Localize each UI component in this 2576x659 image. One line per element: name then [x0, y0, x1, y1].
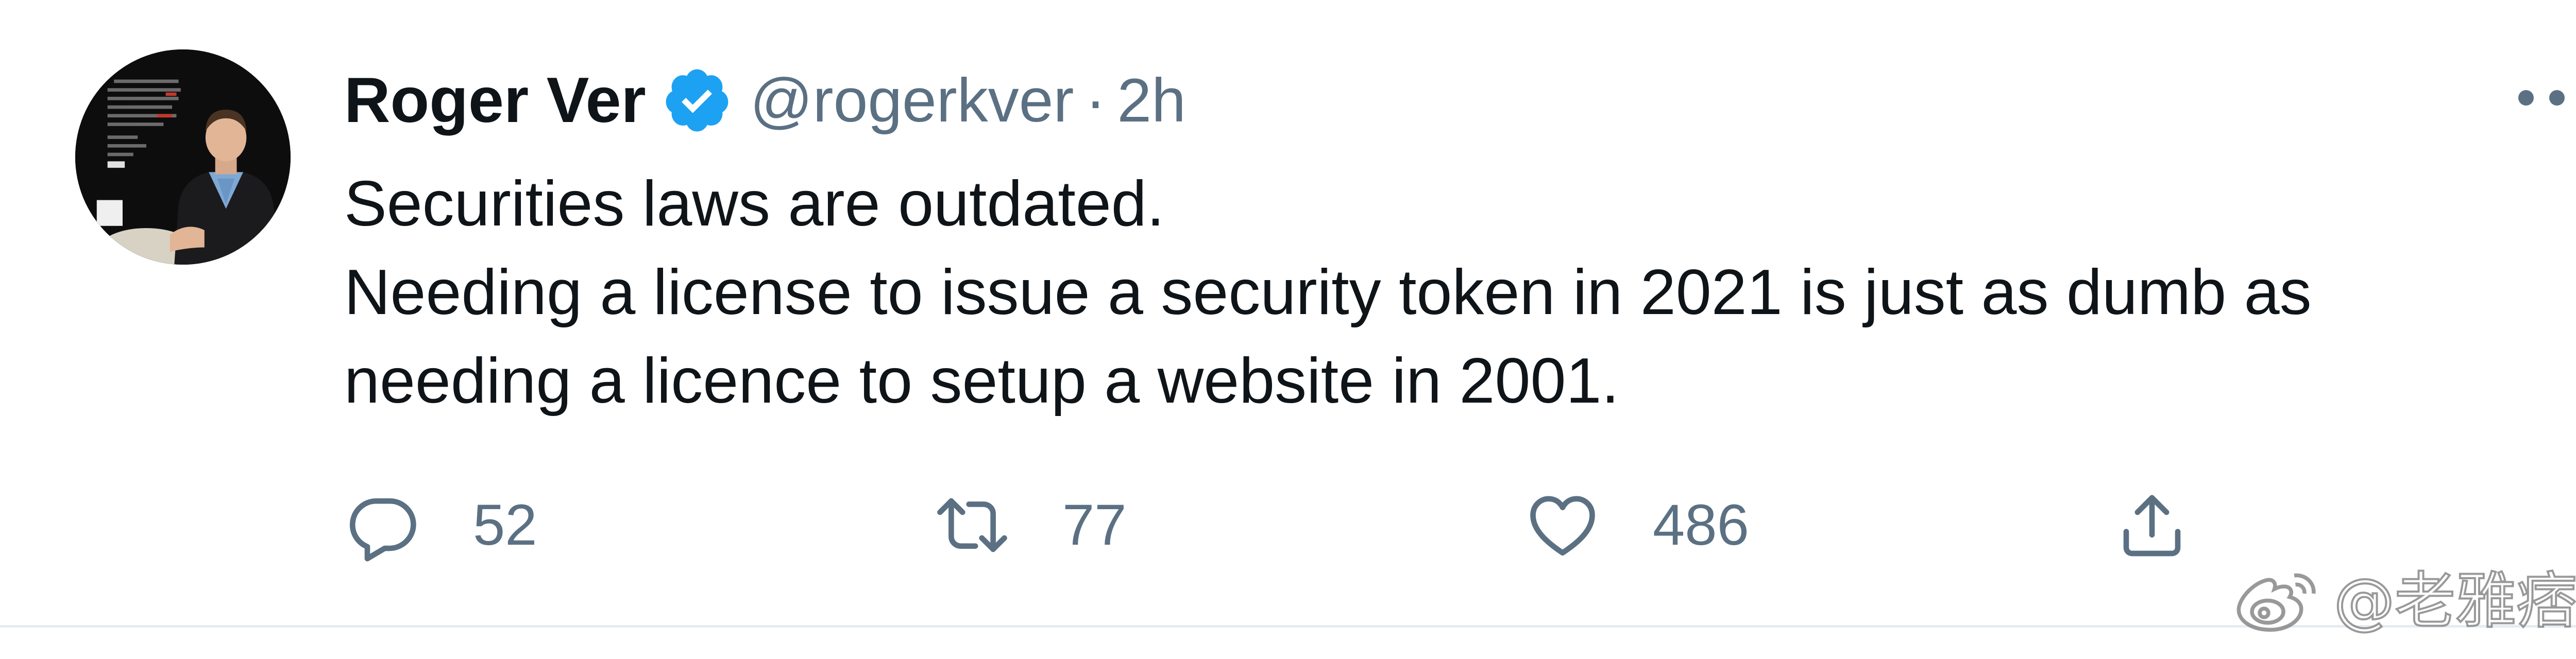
- tweet-line: Securities laws are outdated.: [344, 168, 1165, 239]
- author-handle[interactable]: @rogerkver: [750, 66, 1074, 135]
- retweet-button[interactable]: 77: [934, 484, 1127, 566]
- weibo-icon: [2236, 573, 2316, 632]
- share-icon: [2123, 495, 2181, 557]
- tweet-divider: [0, 625, 2576, 628]
- reply-icon: [349, 498, 416, 562]
- reply-count: 52: [473, 493, 537, 557]
- more-icon-dot: [2549, 90, 2565, 106]
- more-icon: [2518, 90, 2534, 106]
- retweet-icon: [937, 498, 1007, 552]
- tweet-actions: 52 77 486: [344, 484, 2560, 566]
- avatar[interactable]: [75, 49, 291, 265]
- like-button[interactable]: 486: [1524, 484, 1749, 566]
- reply-button[interactable]: 52: [344, 484, 537, 566]
- meta-separator: ·: [1085, 66, 1106, 135]
- author-meta: @rogerkver · 2h: [750, 62, 1186, 139]
- tweet-header: Roger Ver @rogerkver · 2h: [344, 62, 1186, 139]
- tweet-timestamp[interactable]: 2h: [1117, 66, 1185, 135]
- tweet-card[interactable]: Roger Ver @rogerkver · 2h Securities laws …: [0, 0, 2576, 659]
- author-name[interactable]: Roger Ver: [344, 62, 646, 139]
- tweet-line: Needing a license to issue a security to…: [344, 257, 2312, 328]
- like-count: 486: [1653, 493, 1749, 557]
- share-button[interactable]: [2113, 484, 2191, 566]
- tweet-body: Securities laws are outdated. Needing a …: [344, 160, 2560, 425]
- tweet-line: needing a licence to setup a website in …: [344, 345, 1619, 417]
- watermark: @老雅痞: [2231, 557, 2576, 645]
- verified-badge-icon: [666, 69, 728, 132]
- watermark-text: @老雅痞: [2333, 564, 2576, 637]
- heart-icon: [1530, 496, 1595, 556]
- retweet-count: 77: [1062, 493, 1127, 557]
- avatar-photo: [75, 49, 291, 265]
- more-options-button[interactable]: [2518, 77, 2576, 118]
